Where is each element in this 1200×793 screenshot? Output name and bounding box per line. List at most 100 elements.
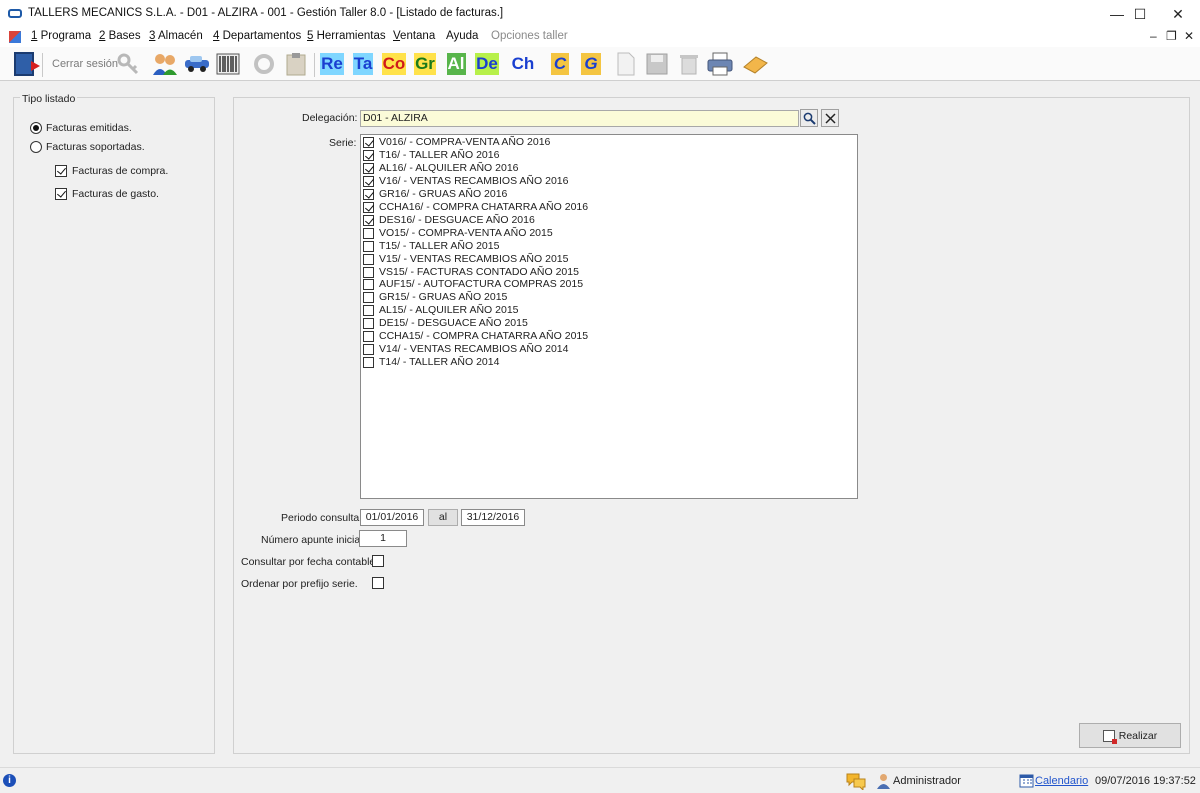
folder-g-icon[interactable]: G xyxy=(577,50,605,78)
delegacion-input[interactable]: D01 - ALZIRA xyxy=(360,110,799,127)
tipo-listado-title: Tipo listado xyxy=(20,93,78,105)
eraser-icon[interactable] xyxy=(741,50,769,78)
close-button[interactable]: ✕ xyxy=(1155,0,1200,28)
serie-checkbox[interactable] xyxy=(363,279,374,291)
new-document-icon xyxy=(612,50,640,78)
serie-checkbox[interactable] xyxy=(363,188,374,200)
serie-item-label: VS15/ - FACTURAS CONTADO AÑO 2015 xyxy=(379,265,579,278)
clipboard-icon xyxy=(282,50,310,78)
serie-item-label: AL16/ - ALQUILER AÑO 2016 xyxy=(379,161,519,174)
serie-checkbox[interactable] xyxy=(363,305,374,317)
mdi-close-button[interactable]: ✕ xyxy=(1184,29,1194,43)
mdi-minimize-button[interactable]: – xyxy=(1150,29,1157,43)
periodo-hasta-input[interactable]: 31/12/2016 xyxy=(461,509,525,526)
menu-ventana[interactable]: Ventana xyxy=(393,30,435,42)
checkbox-ordenar-prefijo[interactable] xyxy=(372,577,384,589)
serie-checkbox[interactable] xyxy=(363,137,374,148)
status-user: Administrador xyxy=(893,775,961,787)
menu-almacen[interactable]: 3 Almacén xyxy=(149,30,203,42)
serie-item-label: DES16/ - DESGUACE AÑO 2016 xyxy=(379,213,535,226)
info-icon[interactable]: i xyxy=(3,774,16,787)
serie-checkbox[interactable] xyxy=(363,214,374,226)
periodo-desde-input[interactable]: 01/01/2016 xyxy=(360,509,424,526)
menu-departamentos[interactable]: 4 Departamentos xyxy=(213,30,301,42)
serie-checkbox[interactable] xyxy=(363,331,374,343)
clients-icon[interactable] xyxy=(151,50,179,78)
status-bar: i Administrador Calendario 09/07/2016 19… xyxy=(0,767,1200,793)
serie-checkbox[interactable] xyxy=(363,240,374,252)
serie-item-label: V016/ - COMPRA-VENTA AÑO 2016 xyxy=(379,136,551,148)
realizar-button[interactable]: Realizar xyxy=(1079,723,1181,748)
recepcion-icon[interactable]: Re xyxy=(318,50,346,78)
mdi-window-icon[interactable] xyxy=(9,31,21,43)
mdi-restore-button[interactable]: ❐ xyxy=(1166,29,1177,43)
menu-ayuda[interactable]: Ayuda xyxy=(446,30,478,42)
radio-facturas-soportadas[interactable] xyxy=(30,141,42,153)
label-facturas-soportadas: Facturas soportadas. xyxy=(46,141,145,153)
search-icon xyxy=(803,112,816,125)
serie-item-label: V14/ - VENTAS RECAMBIOS AÑO 2014 xyxy=(379,343,569,356)
checkbox-fecha-contable[interactable] xyxy=(372,555,384,567)
desguace-icon[interactable]: De xyxy=(473,50,501,78)
delete-icon xyxy=(675,50,703,78)
realizar-label: Realizar xyxy=(1118,729,1158,742)
serie-checkbox[interactable] xyxy=(363,201,374,213)
serie-checkbox[interactable] xyxy=(363,344,374,356)
label-facturas-gasto: Facturas de gasto. xyxy=(72,188,159,200)
serie-item-label: V16/ - VENTAS RECAMBIOS AÑO 2016 xyxy=(379,174,569,187)
fecha-contable-label: Consultar por fecha contable. xyxy=(241,556,379,568)
delegacion-search-button[interactable] xyxy=(800,109,818,127)
chatarra-icon[interactable]: Ch xyxy=(509,50,537,78)
apunte-input[interactable]: 1 xyxy=(359,530,407,547)
serie-item-label: GR16/ - GRUAS AÑO 2016 xyxy=(379,187,508,200)
serie-checkbox[interactable] xyxy=(363,292,374,304)
vehicle-icon[interactable] xyxy=(183,50,211,78)
ordenar-label: Ordenar por prefijo serie. xyxy=(241,578,358,590)
messages-icon[interactable] xyxy=(846,773,866,790)
print-icon[interactable] xyxy=(706,50,734,78)
serie-checkbox[interactable] xyxy=(363,227,374,239)
app-icon xyxy=(8,9,22,18)
serie-checkbox[interactable] xyxy=(363,318,374,330)
close-icon xyxy=(824,112,836,124)
delegacion-clear-button[interactable] xyxy=(821,109,839,127)
delegacion-label: Delegación: xyxy=(302,112,358,124)
serie-checkbox[interactable] xyxy=(363,149,374,161)
toolbar-separator xyxy=(314,53,315,77)
gruas-icon[interactable]: Gr xyxy=(411,50,439,78)
serie-item-label: GR15/ - GRUAS AÑO 2015 xyxy=(379,291,508,304)
checkbox-facturas-compra[interactable] xyxy=(55,165,67,177)
menu-herramientas[interactable]: 5 Herramientas xyxy=(307,30,386,42)
serie-item-label: T14/ - TALLER AÑO 2014 xyxy=(379,356,500,369)
serie-item-label: CCHA15/ - COMPRA CHATARRA AÑO 2015 xyxy=(379,330,589,343)
radio-facturas-emitidas[interactable] xyxy=(30,122,42,134)
serie-checklist[interactable]: V016/ - COMPRA-VENTA AÑO 2016 T16/ - TALL… xyxy=(360,134,858,499)
status-datetime: 09/07/2016 19:37:52 xyxy=(1095,775,1196,787)
menu-bases[interactable]: 2 Bases xyxy=(99,30,141,42)
alquiler-icon[interactable]: Al xyxy=(442,50,470,78)
logout-button: Cerrar sesión xyxy=(52,58,119,70)
serie-item-label: CCHA16/ - COMPRA CHATARRA AÑO 2016 xyxy=(379,200,589,213)
serie-checkbox[interactable] xyxy=(363,266,374,278)
menu-programa[interactable]: 1 Programa xyxy=(31,30,91,42)
checkbox-facturas-gasto[interactable] xyxy=(55,188,67,200)
logout-icon[interactable] xyxy=(10,50,40,78)
barcode-icon[interactable] xyxy=(214,50,242,78)
serie-item-label: VO15/ - COMPRA-VENTA AÑO 2015 xyxy=(379,226,553,239)
calendar-icon[interactable] xyxy=(1019,773,1034,788)
serie-checkbox[interactable] xyxy=(363,175,374,187)
serie-item-label: AL15/ - ALQUILER AÑO 2015 xyxy=(379,304,519,317)
serie-checkbox[interactable] xyxy=(363,162,374,174)
apunte-label: Número apunte inicial: xyxy=(261,534,366,546)
serie-checkbox[interactable] xyxy=(363,357,374,369)
taller-icon[interactable]: Ta xyxy=(349,50,377,78)
calendar-link[interactable]: Calendario xyxy=(1035,775,1088,787)
serie-label: Serie: xyxy=(329,137,357,149)
label-facturas-emitidas: Facturas emitidas. xyxy=(46,122,132,134)
compraventa-icon[interactable]: Co xyxy=(380,50,408,78)
serie-checkbox[interactable] xyxy=(363,253,374,265)
periodo-al-button[interactable]: al xyxy=(428,509,458,526)
folder-c-icon[interactable]: C xyxy=(546,50,574,78)
serie-item-label: AUF15/ - AUTOFACTURA COMPRAS 2015 xyxy=(379,278,584,291)
title-bar: TALLERS MECANICS S.L.A. - D01 - ALZIRA -… xyxy=(0,0,1200,28)
